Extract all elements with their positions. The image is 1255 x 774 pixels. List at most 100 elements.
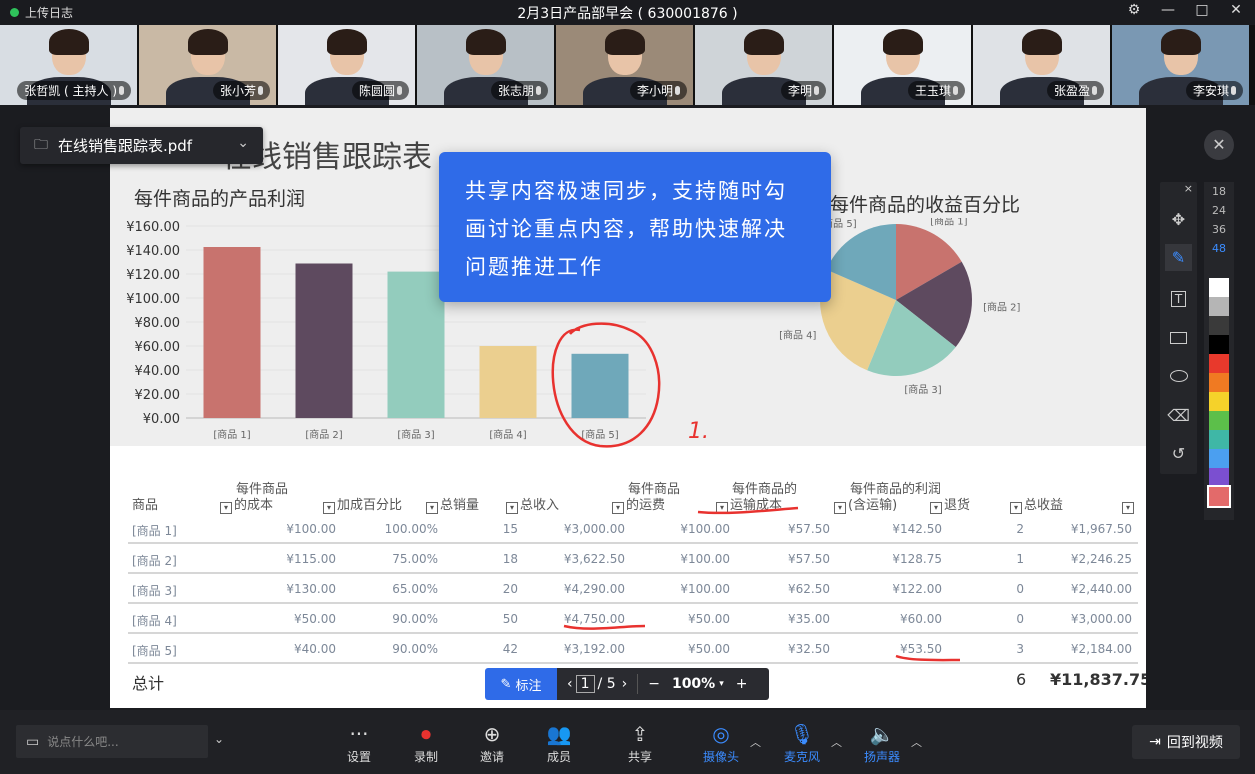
color-swatch[interactable] — [1209, 297, 1229, 316]
total-profit: ¥11,837.75 — [1050, 670, 1146, 689]
control-label: 共享 — [627, 750, 652, 764]
ellipse-icon[interactable] — [1165, 362, 1192, 389]
back-to-video-button[interactable]: ⇥ 回到视频 — [1132, 725, 1240, 759]
color-swatch[interactable] — [1209, 354, 1229, 373]
microphone-icon — [953, 86, 958, 95]
person-hair — [604, 29, 645, 55]
microphone-icon — [1231, 86, 1236, 95]
minimize-icon[interactable]: — — [1159, 2, 1177, 18]
filter-dropdown-icon[interactable]: ▾ — [612, 502, 624, 514]
chevron-up-icon[interactable]: ︿ — [831, 734, 842, 750]
control-7[interactable]: 🔈 扬声器 ︿ — [856, 720, 922, 765]
undo-icon[interactable]: ↺ — [1165, 440, 1192, 467]
microphone-icon — [258, 86, 263, 95]
exit-icon: ⇥ — [1149, 734, 1161, 750]
color-swatch[interactable] — [1207, 485, 1231, 508]
pen-palette: 18 24 36 48 — [1204, 182, 1234, 520]
participant-tile[interactable]: 张志朋 — [417, 25, 554, 105]
pen-size-option[interactable]: 36 — [1204, 220, 1234, 239]
control-5[interactable]: ◎ 摄像头 ︿ — [695, 720, 761, 765]
participant-name-tag: 李小明 — [629, 81, 687, 100]
pie-label: [商品 3] — [904, 383, 941, 396]
color-swatch[interactable] — [1209, 278, 1229, 297]
move-icon[interactable]: ✥ — [1165, 206, 1192, 233]
page-current[interactable]: 1 — [575, 675, 595, 693]
pen-size-option[interactable]: 48 — [1204, 239, 1234, 258]
filter-dropdown-icon[interactable]: ▾ — [1010, 502, 1022, 514]
table-row: [商品 3] ¥130.00 65.00% 20 ¥4,290.00 ¥100.00 ¥62… — [128, 574, 1138, 604]
filter-dropdown-icon[interactable]: ▾ — [834, 502, 846, 514]
color-swatch[interactable] — [1209, 392, 1229, 411]
filter-dropdown-icon[interactable]: ▾ — [1122, 502, 1134, 514]
pen-size-option[interactable]: 18 — [1204, 182, 1234, 201]
chat-expand-icon[interactable]: ⌄ — [214, 732, 224, 746]
zoom-dropdown-icon[interactable]: ▾ — [719, 679, 724, 689]
file-selector[interactable]: 🗀 在线销售跟踪表.pdf ⌄ — [20, 127, 263, 164]
participant-name: 陈圆圆 — [358, 84, 395, 98]
zoom-out-icon[interactable]: − — [648, 676, 660, 692]
control-1[interactable]: ⏺ 录制 — [400, 720, 452, 765]
color-swatch[interactable] — [1209, 373, 1229, 392]
settings-gear-icon[interactable]: ⚙ — [1125, 2, 1143, 18]
maximize-icon[interactable]: □ — [1193, 2, 1211, 18]
participant-name: 李明 — [787, 84, 812, 98]
filter-dropdown-icon[interactable]: ▾ — [716, 502, 728, 514]
participant-tile[interactable]: 张哲凯 ( 主持人 ) — [0, 25, 137, 105]
pen-icon[interactable]: ✎ — [1165, 244, 1192, 271]
chat-input[interactable]: ▭ 说点什么吧... — [16, 725, 208, 758]
color-swatch[interactable] — [1209, 335, 1229, 354]
chat-icon: ▭ — [26, 733, 40, 750]
table-cell: 0 — [1016, 612, 1024, 626]
column-header: 每件商品 ▾ 的成本 — [220, 482, 288, 514]
pen-size-option[interactable]: 24 — [1204, 201, 1234, 220]
annotate-button[interactable]: ✎ 标注 — [485, 668, 557, 700]
microphone-icon — [1092, 86, 1097, 95]
y-tick-label: ¥80.00 — [135, 316, 181, 331]
toolbox-close-icon[interactable]: × — [1184, 182, 1193, 195]
table-cell: 65.00% — [392, 582, 438, 596]
close-share-button[interactable]: ✕ — [1204, 130, 1234, 160]
control-0[interactable]: ··· 设置 — [333, 720, 385, 765]
participant-tile[interactable]: 李明 — [695, 25, 832, 105]
table-body: [商品 1] ¥100.00 100.00% 15 ¥3,000.00 ¥100.00 ¥5… — [128, 514, 1138, 664]
chevron-up-icon[interactable]: ︿ — [750, 734, 761, 750]
person-hair — [465, 29, 506, 55]
participant-tile[interactable]: 王玉琪 — [834, 25, 971, 105]
color-swatch[interactable] — [1209, 411, 1229, 430]
chevron-up-icon[interactable]: ︿ — [911, 734, 922, 750]
table-cell: ¥4,750.00 — [563, 612, 625, 626]
control-6[interactable]: 🎙 麦克风 ︿ — [776, 720, 842, 765]
participant-tile[interactable]: 张盈盈 — [973, 25, 1110, 105]
rectangle-icon[interactable] — [1165, 324, 1192, 351]
filter-dropdown-icon[interactable]: ▾ — [426, 502, 438, 514]
filter-dropdown-icon[interactable]: ▾ — [930, 502, 942, 514]
filter-dropdown-icon[interactable]: ▾ — [220, 502, 232, 514]
participant-tile[interactable]: 陈圆圆 — [278, 25, 415, 105]
participant-tile[interactable]: 张小芳 — [139, 25, 276, 105]
participant-strip: 张哲凯 ( 主持人 ) 张小芳 陈圆圆 张志朋 李小明 李明 王玉琪 张盈盈 李安琪 — [0, 25, 1255, 105]
prev-page-icon[interactable]: ‹ — [567, 676, 573, 692]
color-swatch[interactable] — [1209, 316, 1229, 335]
color-swatch[interactable] — [1209, 430, 1229, 449]
participant-tile[interactable]: 李小明 — [556, 25, 693, 105]
participant-tile[interactable]: 李安琪 — [1112, 25, 1249, 105]
filter-dropdown-icon[interactable]: ▾ — [506, 502, 518, 514]
control-3[interactable]: 👥 成员 — [533, 720, 585, 765]
color-swatch[interactable] — [1209, 449, 1229, 468]
participant-name: 王玉琪 — [914, 84, 951, 98]
next-page-icon[interactable]: › — [622, 676, 628, 692]
y-tick-label: ¥160.00 — [126, 220, 180, 235]
table-cell: 2 — [1016, 522, 1024, 536]
control-4[interactable]: ⇪ 共享 — [614, 720, 666, 765]
table-cell: 50 — [502, 612, 518, 626]
table-cell: ¥57.50 — [788, 522, 830, 536]
zoom-in-icon[interactable]: + — [736, 676, 748, 692]
control-2[interactable]: ⊕ 邀请 — [466, 720, 518, 765]
color-swatch[interactable] — [1209, 468, 1229, 487]
eraser-icon[interactable]: ⌫ — [1165, 402, 1192, 429]
zoom-level[interactable]: 100% — [672, 676, 715, 692]
close-window-icon[interactable]: ✕ — [1227, 2, 1245, 18]
text-icon[interactable]: T — [1165, 284, 1192, 311]
filter-dropdown-icon[interactable]: ▾ — [323, 502, 335, 514]
annotation-toolbox: × ✥ ✎ T ⌫ ↺ — [1160, 182, 1197, 474]
